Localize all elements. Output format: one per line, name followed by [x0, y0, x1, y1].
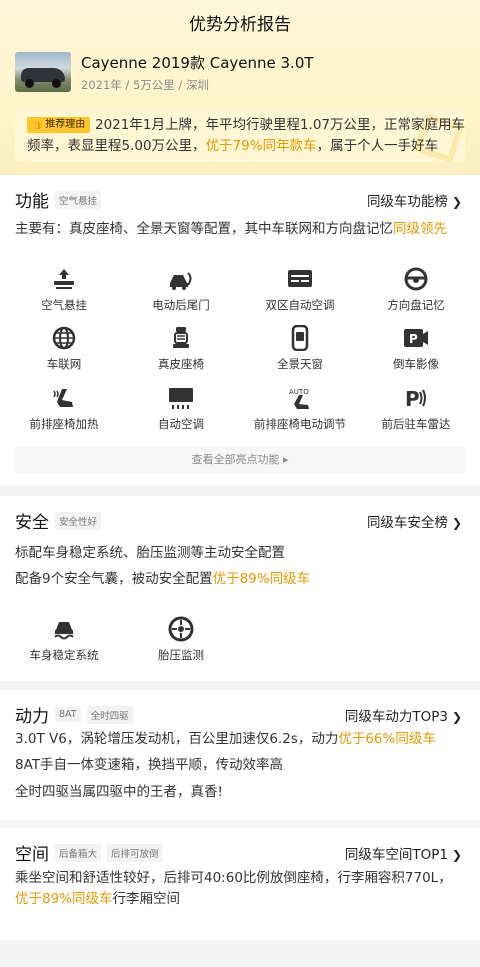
parking-radar-icon: P: [405, 387, 426, 411]
chevron-right-icon: ❯: [451, 195, 462, 209]
feature-item[interactable]: 全景天窗: [240, 325, 360, 372]
features-rank-link[interactable]: 同级车功能榜 ❯: [367, 190, 462, 210]
power-line-1: 3.0T V6，涡轮增压发动机，百公里加速仅6.2s，动力优于66%同级车: [15, 731, 436, 747]
header-banner: 优势分析报告 Cayenne 2019款 Cayenne 3.0T 2021年 …: [0, 0, 480, 175]
chevron-right-icon: ❯: [451, 848, 462, 862]
seat-heating-icon: [53, 389, 73, 407]
safety-item[interactable]: 胎压监测: [121, 616, 241, 663]
feature-item[interactable]: 车联网: [4, 325, 124, 372]
feature-item[interactable]: 电动后尾门: [121, 266, 241, 313]
section-tag: 后排可放倒: [107, 843, 163, 862]
feature-item[interactable]: 空气悬挂: [4, 266, 124, 313]
section-title: 空间: [15, 845, 49, 865]
connected-car-icon: [52, 326, 76, 350]
space-rank-link[interactable]: 同级车空间TOP1 ❯: [345, 843, 462, 863]
features-section: 功能 空气悬挂 同级车功能榜 ❯ 主要有：真皮座椅、全景天窗等配置，其中车联网和方向…: [0, 175, 480, 485]
power-rank-link[interactable]: 同级车动力TOP3 ❯: [345, 705, 462, 725]
view-all-features-button[interactable]: 查看全部亮点功能 ▸: [15, 446, 465, 474]
power-seat-icon: AUTO: [289, 388, 309, 409]
feature-item[interactable]: 真皮座椅: [121, 325, 241, 372]
svg-text:AUTO: AUTO: [289, 388, 309, 396]
car-name: Cayenne 2019款 Cayenne 3.0T: [81, 54, 314, 72]
panoramic-sunroof-icon: [291, 325, 309, 351]
section-tag: 后备箱大: [55, 843, 102, 862]
car-thumbnail: [15, 52, 71, 92]
space-header: 空间 后备箱大 后排可放倒: [15, 840, 163, 865]
car-meta: 2021年 / 5万公里 / 深圳: [81, 78, 209, 92]
leather-seat-icon: [173, 327, 189, 348]
feature-item[interactable]: P 倒车影像: [356, 325, 476, 372]
safety-item[interactable]: 车身稳定系统: [4, 616, 124, 663]
svg-text:P: P: [405, 387, 420, 411]
safety-section: 安全 安全性好 同级车安全榜 ❯ 标配车身稳定系统、胎压监测等主动安全配置 配备9个…: [0, 496, 480, 681]
air-suspension-icon: [54, 269, 74, 289]
section-tag: 全时四驱: [86, 705, 133, 724]
power-line-3: 全时四驱当属四驱中的王者，真香!: [15, 784, 223, 800]
safety-rank-link[interactable]: 同级车安全榜 ❯: [367, 511, 462, 531]
safety-header: 安全 安全性好: [15, 508, 102, 533]
section-title: 功能: [15, 192, 49, 212]
page-title: 优势分析报告: [189, 15, 291, 35]
feature-item[interactable]: 前排座椅加热: [4, 385, 124, 432]
power-header: 动力 8AT 全时四驱: [15, 702, 133, 727]
feature-item[interactable]: P 前后驻车雷达: [356, 385, 476, 432]
tire-pressure-icon: [168, 616, 194, 642]
dual-zone-ac-icon: [288, 270, 312, 287]
section-tag: 安全性好: [55, 511, 102, 530]
chevron-right-icon: ❯: [451, 710, 462, 724]
power-section: 动力 8AT 全时四驱 同级车动力TOP3 ❯ 3.0T V6，涡轮增压发动机，百公里…: [0, 690, 480, 820]
safety-line-2: 配备9个安全气囊，被动安全配置优于89%同级车: [15, 571, 311, 587]
section-title: 安全: [15, 513, 49, 533]
features-header: 功能 空气悬挂: [15, 187, 102, 212]
feature-item[interactable]: 双区自动空调: [240, 266, 360, 313]
safety-line-1: 标配车身稳定系统、胎压监测等主动安全配置: [15, 545, 285, 561]
section-tag: 空气悬挂: [55, 190, 102, 209]
features-summary: 主要有：真皮座椅、全景天窗等配置，其中车联网和方向盘记忆同级领先: [15, 221, 447, 237]
power-tailgate-icon: [170, 272, 192, 290]
space-section: 空间 后备箱大 后排可放倒 同级车空间TOP1 ❯ 乘坐空间和舒适性较好，后排可40:…: [0, 828, 480, 940]
thumbs-up-icon: 👍: [32, 120, 44, 130]
auto-ac-icon: [169, 388, 193, 409]
chevron-right-icon: ❯: [451, 516, 462, 530]
feature-item[interactable]: 自动空调: [121, 385, 241, 432]
space-text: 乘坐空间和舒适性较好，后排可40:60比例放倒座椅，行李厢容积770L，优于89…: [15, 870, 452, 907]
reason-tag: 👍 推荐理由: [27, 117, 91, 133]
recommend-reason: 2021年1月上牌，年平均行驶里程1.07万公里，正常家庭用车频率，表显里程5.…: [15, 110, 465, 162]
steering-memory-icon: [404, 267, 428, 291]
stability-control-icon: [54, 622, 74, 640]
feature-item[interactable]: AUTO 前排座椅电动调节: [240, 385, 360, 432]
feature-item[interactable]: 方向盘记忆: [356, 266, 476, 313]
reason-text: 2021年1月上牌，年平均行驶里程1.07万公里，正常家庭用车频率，表显里程5.…: [27, 117, 465, 154]
reverse-camera-icon: P: [404, 329, 428, 347]
power-line-2: 8AT手自一体变速箱，换挡平顺，传动效率高: [15, 757, 284, 773]
section-title: 动力: [15, 707, 49, 727]
svg-text:P: P: [409, 332, 418, 346]
section-tag: 8AT: [55, 707, 81, 722]
